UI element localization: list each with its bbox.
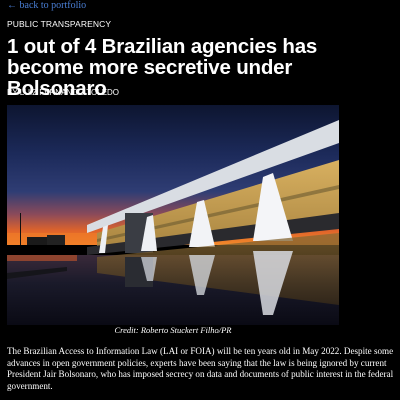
photo-credit: Credit: Roberto Stuckert Filho/PR — [114, 325, 232, 335]
back-to-portfolio-link[interactable]: ← back to portfolio — [7, 0, 86, 11]
article-lede: The Brazilian Access to Information Law … — [7, 346, 394, 391]
article-photo — [7, 105, 339, 325]
article-byline: BY LUIZ FERNANDO TOLEDO — [7, 88, 120, 97]
article-kicker: PUBLIC TRANSPARENCY — [7, 19, 112, 29]
